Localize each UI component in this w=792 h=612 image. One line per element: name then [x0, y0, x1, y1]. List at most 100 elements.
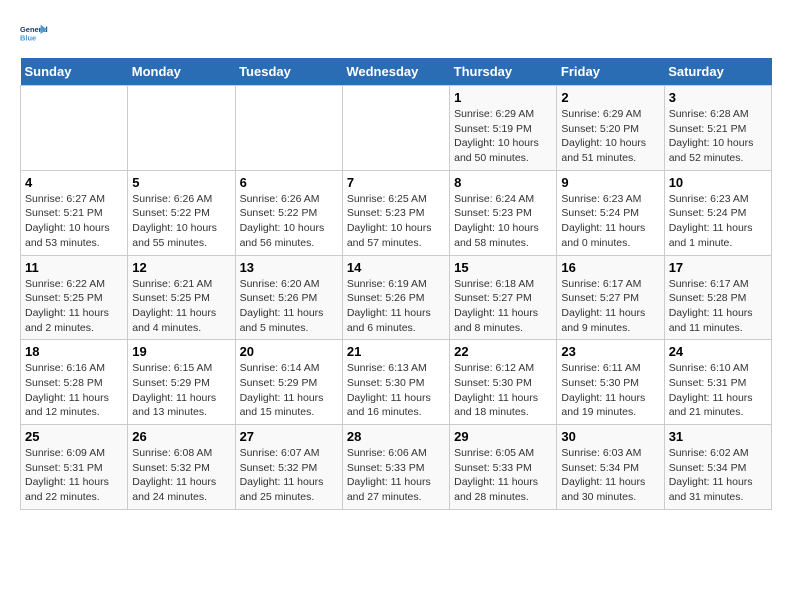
logo: GeneralBlue — [20, 20, 48, 48]
day-info: Sunrise: 6:24 AM Sunset: 5:23 PM Dayligh… — [454, 192, 552, 251]
calendar-cell: 3Sunrise: 6:28 AM Sunset: 5:21 PM Daylig… — [664, 86, 771, 171]
page-header: GeneralBlue — [20, 20, 772, 48]
calendar-cell: 9 Sunrise: 6:23 AM Sunset: 5:24 PM Daylig… — [557, 170, 664, 255]
day-number: 22 — [454, 344, 552, 359]
day-info: Sunrise: 6:03 AM Sunset: 5:34 PM Dayligh… — [561, 446, 659, 505]
logo-icon: GeneralBlue — [20, 20, 48, 48]
day-number: 6 — [240, 175, 338, 190]
calendar-cell — [235, 86, 342, 171]
day-info: Sunrise: 6:11 AM Sunset: 5:30 PM Dayligh… — [561, 361, 659, 420]
calendar-week-1: 1 Sunrise: 6:29 AM Sunset: 5:19 PM Daylig… — [21, 86, 772, 171]
calendar-cell: 1 Sunrise: 6:29 AM Sunset: 5:19 PM Daylig… — [450, 86, 557, 171]
day-number: 16 — [561, 260, 659, 275]
calendar-header: SundayMondayTuesdayWednesdayThursdayFrid… — [21, 58, 772, 86]
day-info: Sunrise: 6:21 AM Sunset: 5:25 PM Dayligh… — [132, 277, 230, 336]
day-number: 20 — [240, 344, 338, 359]
day-info: Sunrise: 6:07 AM Sunset: 5:32 PM Dayligh… — [240, 446, 338, 505]
day-info: Sunrise: 6:16 AM Sunset: 5:28 PM Dayligh… — [25, 361, 123, 420]
calendar-cell: 16Sunrise: 6:17 AM Sunset: 5:27 PM Dayli… — [557, 255, 664, 340]
weekday-header-row: SundayMondayTuesdayWednesdayThursdayFrid… — [21, 58, 772, 86]
day-number: 15 — [454, 260, 552, 275]
calendar-cell: 8 Sunrise: 6:24 AM Sunset: 5:23 PM Daylig… — [450, 170, 557, 255]
calendar-week-2: 4 Sunrise: 6:27 AM Sunset: 5:21 PM Daylig… — [21, 170, 772, 255]
day-info: Sunrise: 6:05 AM Sunset: 5:33 PM Dayligh… — [454, 446, 552, 505]
day-number: 23 — [561, 344, 659, 359]
weekday-saturday: Saturday — [664, 58, 771, 86]
day-number: 11 — [25, 260, 123, 275]
day-info: Sunrise: 6:15 AM Sunset: 5:29 PM Dayligh… — [132, 361, 230, 420]
calendar-cell — [128, 86, 235, 171]
svg-text:Blue: Blue — [20, 34, 36, 43]
day-number: 28 — [347, 429, 445, 444]
day-info: Sunrise: 6:12 AM Sunset: 5:30 PM Dayligh… — [454, 361, 552, 420]
calendar-week-3: 11 Sunrise: 6:22 AM Sunset: 5:25 PM Dayli… — [21, 255, 772, 340]
calendar-cell: 11 Sunrise: 6:22 AM Sunset: 5:25 PM Dayli… — [21, 255, 128, 340]
day-info: Sunrise: 6:23 AM Sunset: 5:24 PM Dayligh… — [669, 192, 767, 251]
day-number: 7 — [347, 175, 445, 190]
calendar-cell: 6 Sunrise: 6:26 AM Sunset: 5:22 PM Daylig… — [235, 170, 342, 255]
day-info: Sunrise: 6:29 AM Sunset: 5:19 PM Dayligh… — [454, 107, 552, 166]
day-info: Sunrise: 6:20 AM Sunset: 5:26 PM Dayligh… — [240, 277, 338, 336]
weekday-sunday: Sunday — [21, 58, 128, 86]
day-number: 9 — [561, 175, 659, 190]
calendar-week-4: 18 Sunrise: 6:16 AM Sunset: 5:28 PM Dayli… — [21, 340, 772, 425]
calendar-cell: 23 Sunrise: 6:11 AM Sunset: 5:30 PM Dayli… — [557, 340, 664, 425]
calendar-cell: 28 Sunrise: 6:06 AM Sunset: 5:33 PM Dayli… — [342, 425, 449, 510]
day-info: Sunrise: 6:25 AM Sunset: 5:23 PM Dayligh… — [347, 192, 445, 251]
calendar-cell: 27 Sunrise: 6:07 AM Sunset: 5:32 PM Dayli… — [235, 425, 342, 510]
day-number: 13 — [240, 260, 338, 275]
day-number: 17 — [669, 260, 767, 275]
calendar-cell: 2 Sunrise: 6:29 AM Sunset: 5:20 PM Daylig… — [557, 86, 664, 171]
calendar-cell: 20 Sunrise: 6:14 AM Sunset: 5:29 PM Dayli… — [235, 340, 342, 425]
day-info: Sunrise: 6:23 AM Sunset: 5:24 PM Dayligh… — [561, 192, 659, 251]
day-number: 3 — [669, 90, 767, 105]
day-number: 21 — [347, 344, 445, 359]
day-info: Sunrise: 6:26 AM Sunset: 5:22 PM Dayligh… — [240, 192, 338, 251]
calendar-cell: 7 Sunrise: 6:25 AM Sunset: 5:23 PM Daylig… — [342, 170, 449, 255]
calendar-cell: 18 Sunrise: 6:16 AM Sunset: 5:28 PM Dayli… — [21, 340, 128, 425]
day-number: 27 — [240, 429, 338, 444]
day-info: Sunrise: 6:08 AM Sunset: 5:32 PM Dayligh… — [132, 446, 230, 505]
day-number: 12 — [132, 260, 230, 275]
calendar-cell — [21, 86, 128, 171]
day-info: Sunrise: 6:27 AM Sunset: 5:21 PM Dayligh… — [25, 192, 123, 251]
day-number: 10 — [669, 175, 767, 190]
day-number: 24 — [669, 344, 767, 359]
calendar-cell: 29 Sunrise: 6:05 AM Sunset: 5:33 PM Dayli… — [450, 425, 557, 510]
day-info: Sunrise: 6:14 AM Sunset: 5:29 PM Dayligh… — [240, 361, 338, 420]
day-info: Sunrise: 6:26 AM Sunset: 5:22 PM Dayligh… — [132, 192, 230, 251]
day-number: 5 — [132, 175, 230, 190]
day-number: 29 — [454, 429, 552, 444]
day-number: 4 — [25, 175, 123, 190]
calendar-cell: 31Sunrise: 6:02 AM Sunset: 5:34 PM Dayli… — [664, 425, 771, 510]
day-info: Sunrise: 6:10 AM Sunset: 5:31 PM Dayligh… — [669, 361, 767, 420]
calendar-cell: 24 Sunrise: 6:10 AM Sunset: 5:31 PM Dayli… — [664, 340, 771, 425]
day-number: 25 — [25, 429, 123, 444]
day-info: Sunrise: 6:09 AM Sunset: 5:31 PM Dayligh… — [25, 446, 123, 505]
day-number: 1 — [454, 90, 552, 105]
day-number: 26 — [132, 429, 230, 444]
calendar-cell: 10 Sunrise: 6:23 AM Sunset: 5:24 PM Dayli… — [664, 170, 771, 255]
day-info: Sunrise: 6:19 AM Sunset: 5:26 PM Dayligh… — [347, 277, 445, 336]
day-number: 8 — [454, 175, 552, 190]
day-info: Sunrise: 6:29 AM Sunset: 5:20 PM Dayligh… — [561, 107, 659, 166]
weekday-wednesday: Wednesday — [342, 58, 449, 86]
calendar-cell: 21Sunrise: 6:13 AM Sunset: 5:30 PM Dayli… — [342, 340, 449, 425]
day-number: 30 — [561, 429, 659, 444]
calendar-cell: 25 Sunrise: 6:09 AM Sunset: 5:31 PM Dayli… — [21, 425, 128, 510]
calendar-cell: 17 Sunrise: 6:17 AM Sunset: 5:28 PM Dayli… — [664, 255, 771, 340]
day-number: 2 — [561, 90, 659, 105]
day-number: 31 — [669, 429, 767, 444]
day-number: 18 — [25, 344, 123, 359]
weekday-monday: Monday — [128, 58, 235, 86]
calendar-cell: 13 Sunrise: 6:20 AM Sunset: 5:26 PM Dayli… — [235, 255, 342, 340]
day-info: Sunrise: 6:22 AM Sunset: 5:25 PM Dayligh… — [25, 277, 123, 336]
day-info: Sunrise: 6:17 AM Sunset: 5:28 PM Dayligh… — [669, 277, 767, 336]
calendar-cell: 15Sunrise: 6:18 AM Sunset: 5:27 PM Dayli… — [450, 255, 557, 340]
calendar-cell: 14 Sunrise: 6:19 AM Sunset: 5:26 PM Dayli… — [342, 255, 449, 340]
day-info: Sunrise: 6:06 AM Sunset: 5:33 PM Dayligh… — [347, 446, 445, 505]
calendar-body: 1 Sunrise: 6:29 AM Sunset: 5:19 PM Daylig… — [21, 86, 772, 510]
day-number: 14 — [347, 260, 445, 275]
weekday-thursday: Thursday — [450, 58, 557, 86]
calendar-table: SundayMondayTuesdayWednesdayThursdayFrid… — [20, 58, 772, 510]
